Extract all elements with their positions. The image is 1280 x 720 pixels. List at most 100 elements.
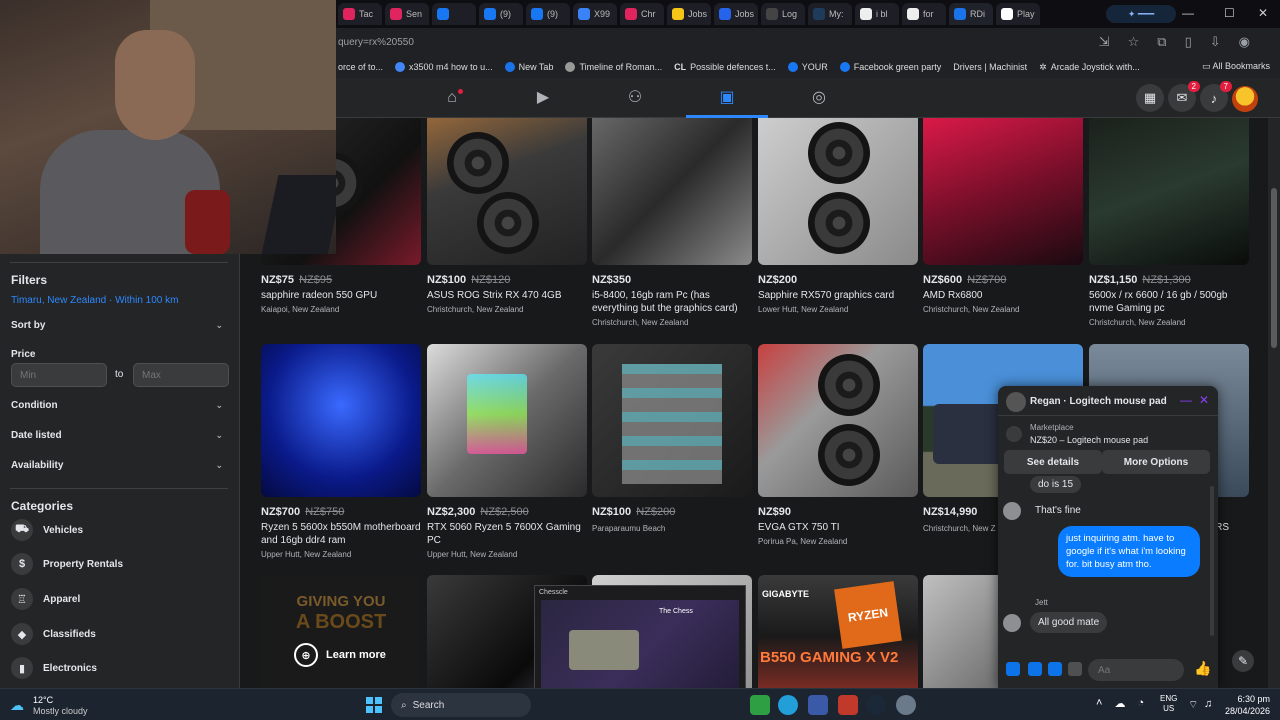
browser-tab[interactable]: Sen <box>385 3 429 25</box>
menu-button[interactable]: ▦ <box>1136 84 1164 112</box>
video-icon[interactable]: ▶ <box>534 90 552 106</box>
groups-icon[interactable]: ⚇ <box>626 90 644 106</box>
gif-icon[interactable] <box>1068 662 1082 676</box>
mic-icon[interactable] <box>1006 662 1020 676</box>
listing-card[interactable]: GIGABYTE RYZEN B550 GAMING X V2 <box>758 575 918 688</box>
sort-by-dropdown[interactable]: Sort by ⌄ <box>11 320 223 331</box>
bookmark[interactable]: YOUR <box>787 62 828 72</box>
install-icon[interactable]: ⇲ <box>1099 34 1110 50</box>
listing-card[interactable]: NZ$2,300 NZ$2,500 RTX 5060 Ryzen 5 7600X… <box>427 344 587 559</box>
bookmark[interactable]: ✲ Arcade Joystick with... <box>1039 62 1140 73</box>
listing-card[interactable]: NZ$100 NZ$200 Paraparaumu Beach <box>592 344 752 533</box>
bookmark[interactable]: Drivers | Machinist <box>953 62 1027 72</box>
volume-icon[interactable]: ♫ <box>1204 698 1212 710</box>
minimize-icon[interactable]: — <box>1182 6 1194 20</box>
chat-title[interactable]: Regan · Logitech mouse pad <box>1030 396 1167 407</box>
gaming-icon[interactable]: ◎ <box>810 90 828 106</box>
browser-tab[interactable]: (9) <box>479 3 523 25</box>
sidepanel-icon[interactable]: ▯ <box>1185 34 1192 50</box>
location-filter[interactable]: Timaru, New Zealand · Within 100 km <box>11 295 178 306</box>
learn-more-button[interactable]: ⊕ Learn more <box>294 643 414 667</box>
taskbar-search[interactable]: ⌕ Search <box>391 693 531 717</box>
category-electronics[interactable]: ▮ Electronics <box>11 657 97 679</box>
browser-tab[interactable]: Log <box>761 3 805 25</box>
browser-tab[interactable]: Jobs <box>667 3 711 25</box>
maximize-icon[interactable]: ☐ <box>1224 6 1235 20</box>
listing-card[interactable]: NZ$200 Sapphire RX570 graphics card Lowe… <box>758 118 918 314</box>
thumbs-up-icon[interactable]: 👍 <box>1194 660 1211 677</box>
image-icon[interactable] <box>1028 662 1042 676</box>
temperature[interactable]: 12°C <box>33 695 53 705</box>
bookmark[interactable]: orce of to... <box>338 62 383 72</box>
browser-tab[interactable]: Tac <box>338 3 382 25</box>
min-price-input[interactable] <box>11 363 107 387</box>
listing-card[interactable]: NZ$100 NZ$120 ASUS ROG Strix RX 470 4GB … <box>427 118 587 314</box>
app-icon[interactable] <box>808 695 828 715</box>
weather-description[interactable]: Mostly cloudy <box>33 706 88 716</box>
category-vehicles[interactable]: ⛟ Vehicles <box>11 519 83 541</box>
date-listed-dropdown[interactable]: Date listed ⌄ <box>11 430 223 441</box>
listing-card[interactable]: NZ$1,150 NZ$1,300 5600x / rx 6600 / 16 g… <box>1089 118 1249 327</box>
category-classifieds[interactable]: ◆ Classifieds <box>11 623 96 645</box>
chevron-up-icon[interactable]: ˄ <box>1096 697 1102 710</box>
close-icon[interactable]: ✕ <box>1199 393 1209 407</box>
more-options-button[interactable]: More Options <box>1102 450 1210 474</box>
network-icon[interactable]: ◔ <box>1137 697 1144 710</box>
messenger-button[interactable]: ✉ 2 <box>1168 81 1200 112</box>
profile-icon[interactable]: ◉ <box>1239 34 1250 50</box>
marketplace-icon[interactable]: ▣ <box>718 90 736 106</box>
page-scrollbar[interactable] <box>1268 118 1280 688</box>
browser-tab[interactable]: Chr <box>620 3 664 25</box>
browser-tab[interactable]: for <box>902 3 946 25</box>
listing-card[interactable]: NZ$700 NZ$750 Ryzen 5 5600x b550M mother… <box>261 344 421 559</box>
gemini-button[interactable]: ✦ ━━━ <box>1106 5 1176 23</box>
category-apparel[interactable]: ♖ Apparel <box>11 588 80 610</box>
clock-date[interactable]: 28/04/2026 <box>1218 706 1270 716</box>
bookmark[interactable]: Facebook green party <box>839 62 941 72</box>
condition-dropdown[interactable]: Condition ⌄ <box>11 400 223 411</box>
listing-card[interactable]: NZ$600 NZ$700 AMD Rx6800 Christchurch, N… <box>923 118 1083 314</box>
browser-tab[interactable]: i bl <box>855 3 899 25</box>
app-icon[interactable] <box>750 695 770 715</box>
bookmark[interactable]: New Tab <box>504 62 553 72</box>
new-message-button[interactable]: ✎ <box>1232 650 1254 672</box>
wifi-icon[interactable]: ⌔ <box>1188 698 1198 712</box>
browser-tab[interactable]: Jobs <box>714 3 758 25</box>
bookmark[interactable]: x3500 m4 how to u... <box>395 62 493 72</box>
clock-time[interactable]: 6:30 pm <box>1228 694 1270 704</box>
start-button[interactable] <box>366 697 382 713</box>
avatar[interactable] <box>1232 86 1258 112</box>
star-icon[interactable]: ☆ <box>1128 34 1140 50</box>
settings-icon[interactable] <box>896 695 916 715</box>
steam-icon[interactable] <box>866 695 886 715</box>
close-icon[interactable]: ✕ <box>1258 6 1268 20</box>
app-icon[interactable] <box>838 695 858 715</box>
extensions-icon[interactable]: ⧉ <box>1157 34 1166 50</box>
browser-tab[interactable]: My: <box>808 3 852 25</box>
weather-icon[interactable]: ☁ <box>10 697 24 714</box>
sticker-icon[interactable] <box>1048 662 1062 676</box>
browser-tab[interactable]: Play <box>996 3 1040 25</box>
browser-tab-active[interactable]: RDi <box>949 3 993 25</box>
listing-card[interactable]: NZ$350 i5-8400, 16gb ram Pc (has everyth… <box>592 118 752 327</box>
browser-tab[interactable] <box>432 3 476 25</box>
ad-card[interactable]: GIVING YOU A BOOST <box>261 575 421 688</box>
minimize-icon[interactable]: — <box>1180 393 1192 407</box>
bookmark[interactable]: CL Possible defences t... <box>674 62 776 72</box>
availability-dropdown[interactable]: Availability ⌄ <box>11 460 223 471</box>
all-bookmarks[interactable]: ▭ All Bookmarks <box>1202 61 1270 72</box>
listing-card[interactable]: NZ$90 EVGA GTX 750 TI Porirua Pa, New Ze… <box>758 344 918 546</box>
max-price-input[interactable] <box>133 363 229 387</box>
url-text[interactable]: query=rx%20550 <box>338 37 414 48</box>
chat-scrollbar[interactable] <box>1210 486 1214 636</box>
browser-tab[interactable]: X99 <box>573 3 617 25</box>
language-indicator[interactable]: ENG US <box>1160 694 1177 714</box>
cloud-icon[interactable]: ☁ <box>1114 697 1125 710</box>
download-icon[interactable]: ⇩ <box>1210 34 1221 50</box>
chat-header[interactable]: Regan · Logitech mouse pad — ✕ <box>998 386 1218 416</box>
notifications-button[interactable]: ♪ 7 <box>1200 81 1232 112</box>
browser-tab[interactable]: (9) <box>526 3 570 25</box>
telegram-icon[interactable] <box>778 695 798 715</box>
bookmark[interactable]: Timeline of Roman... <box>565 62 662 72</box>
see-details-button[interactable]: See details <box>1004 450 1102 474</box>
